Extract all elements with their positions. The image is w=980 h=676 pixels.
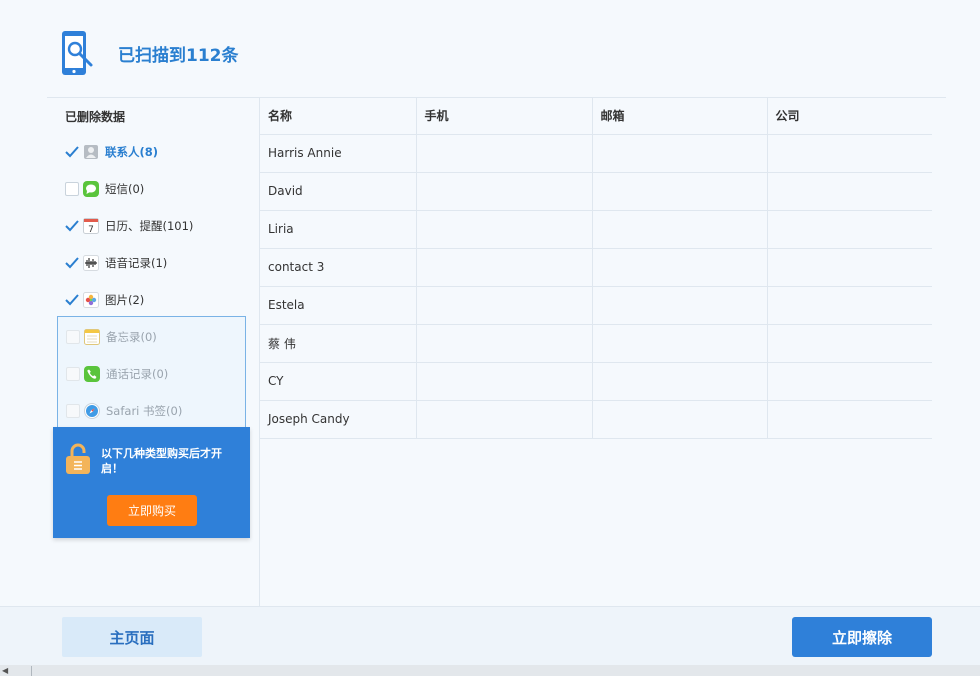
table-cell <box>767 172 932 211</box>
sidebar-item-calendar[interactable]: 7 日历、提醒(101) <box>65 216 193 236</box>
svg-text:7: 7 <box>88 225 94 234</box>
calendar-icon: 7 <box>83 218 99 234</box>
table-row[interactable]: contact 3 <box>260 248 932 287</box>
sidebar-item-label: Safari 书签(0) <box>106 404 183 418</box>
results-table: 名称 手机 邮箱 公司 Harris Annie David Liria contac… <box>260 98 932 439</box>
table-cell: Harris Annie <box>260 134 417 173</box>
locked-categories-panel: 备忘录(0) 通话记录(0) Safari 书签(0) <box>57 316 246 430</box>
table-cell: Liria <box>260 210 417 249</box>
sidebar-item-messages[interactable]: 短信(0) <box>65 179 144 199</box>
calendar-checkbox[interactable] <box>65 219 79 233</box>
table-cell <box>416 248 593 287</box>
contacts-icon <box>83 144 99 160</box>
sidebar-item-call-log[interactable]: 通话记录(0) <box>66 364 168 384</box>
table-cell: CY <box>260 362 417 401</box>
page-title: 已扫描到112条 <box>118 46 239 66</box>
checkmark-icon <box>65 220 79 232</box>
promo-text: 以下几种类型购买后才开启！ <box>101 447 222 475</box>
call-log-checkbox[interactable] <box>66 367 80 381</box>
notes-checkbox[interactable] <box>66 330 80 344</box>
table-row[interactable]: Estela <box>260 286 932 325</box>
sidebar-item-label: 语音记录(1) <box>105 256 168 270</box>
table-cell <box>767 134 932 173</box>
sidebar-item-contacts[interactable]: 联系人(8) <box>65 142 158 162</box>
table-cell <box>416 362 593 401</box>
table-cell <box>767 400 932 439</box>
phone-icon <box>84 366 100 382</box>
table-row[interactable]: Liria <box>260 210 932 249</box>
table-row[interactable]: Harris Annie <box>260 134 932 173</box>
phone-scan-icon <box>62 31 93 75</box>
sidebar-item-safari-bookmarks[interactable]: Safari 书签(0) <box>66 401 182 421</box>
table-cell <box>767 286 932 325</box>
table-row[interactable]: CY <box>260 362 932 401</box>
table-cell <box>592 324 768 363</box>
table-cell <box>592 134 768 173</box>
table-cell: contact 3 <box>260 248 417 287</box>
column-header-company[interactable]: 公司 <box>767 98 932 135</box>
photos-checkbox[interactable] <box>65 293 79 307</box>
header: 已扫描到112条 <box>0 0 980 97</box>
sidebar-item-label: 短信(0) <box>105 182 145 196</box>
home-button[interactable]: 主页面 <box>62 617 202 657</box>
table-cell <box>592 286 768 325</box>
checkmark-icon <box>65 294 79 306</box>
table-cell <box>416 210 593 249</box>
erase-now-button[interactable]: 立即擦除 <box>792 617 932 657</box>
sidebar-item-label: 图片(2) <box>105 293 145 307</box>
table-cell <box>767 324 932 363</box>
notes-icon <box>84 329 100 345</box>
table-cell <box>592 172 768 211</box>
photos-icon <box>83 292 99 308</box>
table-cell <box>592 400 768 439</box>
table-cell: Estela <box>260 286 417 325</box>
checkmark-icon <box>65 257 79 269</box>
table-cell <box>416 172 593 211</box>
table-cell: David <box>260 172 417 211</box>
column-header-email[interactable]: 邮箱 <box>592 98 768 135</box>
table-cell <box>416 324 593 363</box>
table-cell <box>767 362 932 401</box>
safari-icon <box>84 403 100 419</box>
table-row[interactable]: 蔡 伟 <box>260 324 932 363</box>
sidebar-title: 已删除数据 <box>65 110 126 124</box>
checkmark-icon <box>65 146 79 158</box>
contacts-checkbox[interactable] <box>65 145 79 159</box>
sidebar-item-label: 日历、提醒(101) <box>105 219 194 233</box>
table-cell <box>416 134 593 173</box>
lock-icon <box>66 443 90 474</box>
column-header-name[interactable]: 名称 <box>260 98 417 135</box>
scroll-left-arrow-icon[interactable]: ◀ <box>2 666 8 675</box>
sidebar-item-notes[interactable]: 备忘录(0) <box>66 327 157 347</box>
table-cell <box>416 286 593 325</box>
table-cell <box>767 210 932 249</box>
table-cell <box>592 248 768 287</box>
voice-memos-checkbox[interactable] <box>65 256 79 270</box>
sidebar-item-photos[interactable]: 图片(2) <box>65 290 144 310</box>
table-cell: Joseph Candy <box>260 400 417 439</box>
bottom-scrollbar[interactable] <box>0 665 980 676</box>
table-row[interactable]: David <box>260 172 932 211</box>
table-row[interactable]: Joseph Candy <box>260 400 932 439</box>
voice-memo-icon <box>83 255 99 271</box>
sidebar-item-label: 通话记录(0) <box>106 367 169 381</box>
buy-now-button[interactable]: 立即购买 <box>107 495 197 526</box>
table-cell <box>592 362 768 401</box>
sidebar-item-label: 联系人(8) <box>105 145 159 159</box>
column-header-mobile[interactable]: 手机 <box>416 98 593 135</box>
messages-checkbox[interactable] <box>65 182 79 196</box>
table-cell: 蔡 伟 <box>260 324 417 363</box>
table-header-row: 名称 手机 邮箱 公司 <box>260 98 932 135</box>
sidebar-item-voice-memos[interactable]: 语音记录(1) <box>65 253 167 273</box>
table-cell <box>416 400 593 439</box>
upgrade-promo: 以下几种类型购买后才开启！ 立即购买 <box>53 427 250 538</box>
message-icon <box>83 181 99 197</box>
scrollbar-divider <box>31 666 32 676</box>
table-cell <box>767 248 932 287</box>
sidebar-item-label: 备忘录(0) <box>106 330 157 344</box>
safari-checkbox[interactable] <box>66 404 80 418</box>
table-cell <box>592 210 768 249</box>
